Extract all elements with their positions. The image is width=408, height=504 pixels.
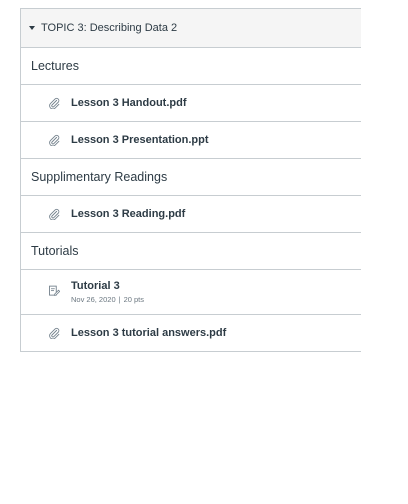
item-title[interactable]: Lesson 3 Presentation.ppt — [71, 134, 209, 146]
subheader-supplimentary-readings: Supplimentary Readings — [21, 159, 361, 196]
module-item-lesson3-presentation[interactable]: Lesson 3 Presentation.ppt — [21, 122, 361, 159]
module-item-lesson3-reading[interactable]: Lesson 3 Reading.pdf — [21, 196, 361, 233]
due-date: Nov 26, 2020 — [71, 295, 116, 304]
item-body: Tutorial 3 Nov 26, 2020 | 20 pts — [71, 280, 144, 304]
module-item-lesson3-tutorial-answers[interactable]: Lesson 3 tutorial answers.pdf — [21, 315, 361, 352]
paperclip-icon — [47, 133, 61, 147]
caret-down-icon[interactable] — [29, 26, 35, 30]
item-details: Nov 26, 2020 | 20 pts — [71, 295, 144, 304]
module-header[interactable]: TOPIC 3: Describing Data 2 — [21, 9, 361, 48]
paperclip-icon — [47, 96, 61, 110]
module-container: TOPIC 3: Describing Data 2 Lectures Less… — [20, 8, 361, 352]
module-item-lesson3-handout[interactable]: Lesson 3 Handout.pdf — [21, 85, 361, 122]
item-title[interactable]: Lesson 3 Handout.pdf — [71, 97, 187, 109]
subheader-lectures: Lectures — [21, 48, 361, 85]
item-title[interactable]: Tutorial 3 — [71, 280, 144, 292]
module-title: TOPIC 3: Describing Data 2 — [41, 22, 178, 34]
paperclip-icon — [47, 207, 61, 221]
assignment-icon — [47, 284, 61, 298]
item-title[interactable]: Lesson 3 tutorial answers.pdf — [71, 327, 226, 339]
paperclip-icon — [47, 326, 61, 340]
subheader-tutorials: Tutorials — [21, 233, 361, 270]
item-title[interactable]: Lesson 3 Reading.pdf — [71, 208, 185, 220]
subheader-label: Lectures — [31, 59, 79, 73]
module-item-tutorial3[interactable]: Tutorial 3 Nov 26, 2020 | 20 pts — [21, 270, 361, 315]
subheader-label: Tutorials — [31, 244, 79, 258]
meta-separator: | — [118, 295, 121, 304]
points: 20 pts — [123, 295, 145, 304]
subheader-label: Supplimentary Readings — [31, 170, 168, 184]
